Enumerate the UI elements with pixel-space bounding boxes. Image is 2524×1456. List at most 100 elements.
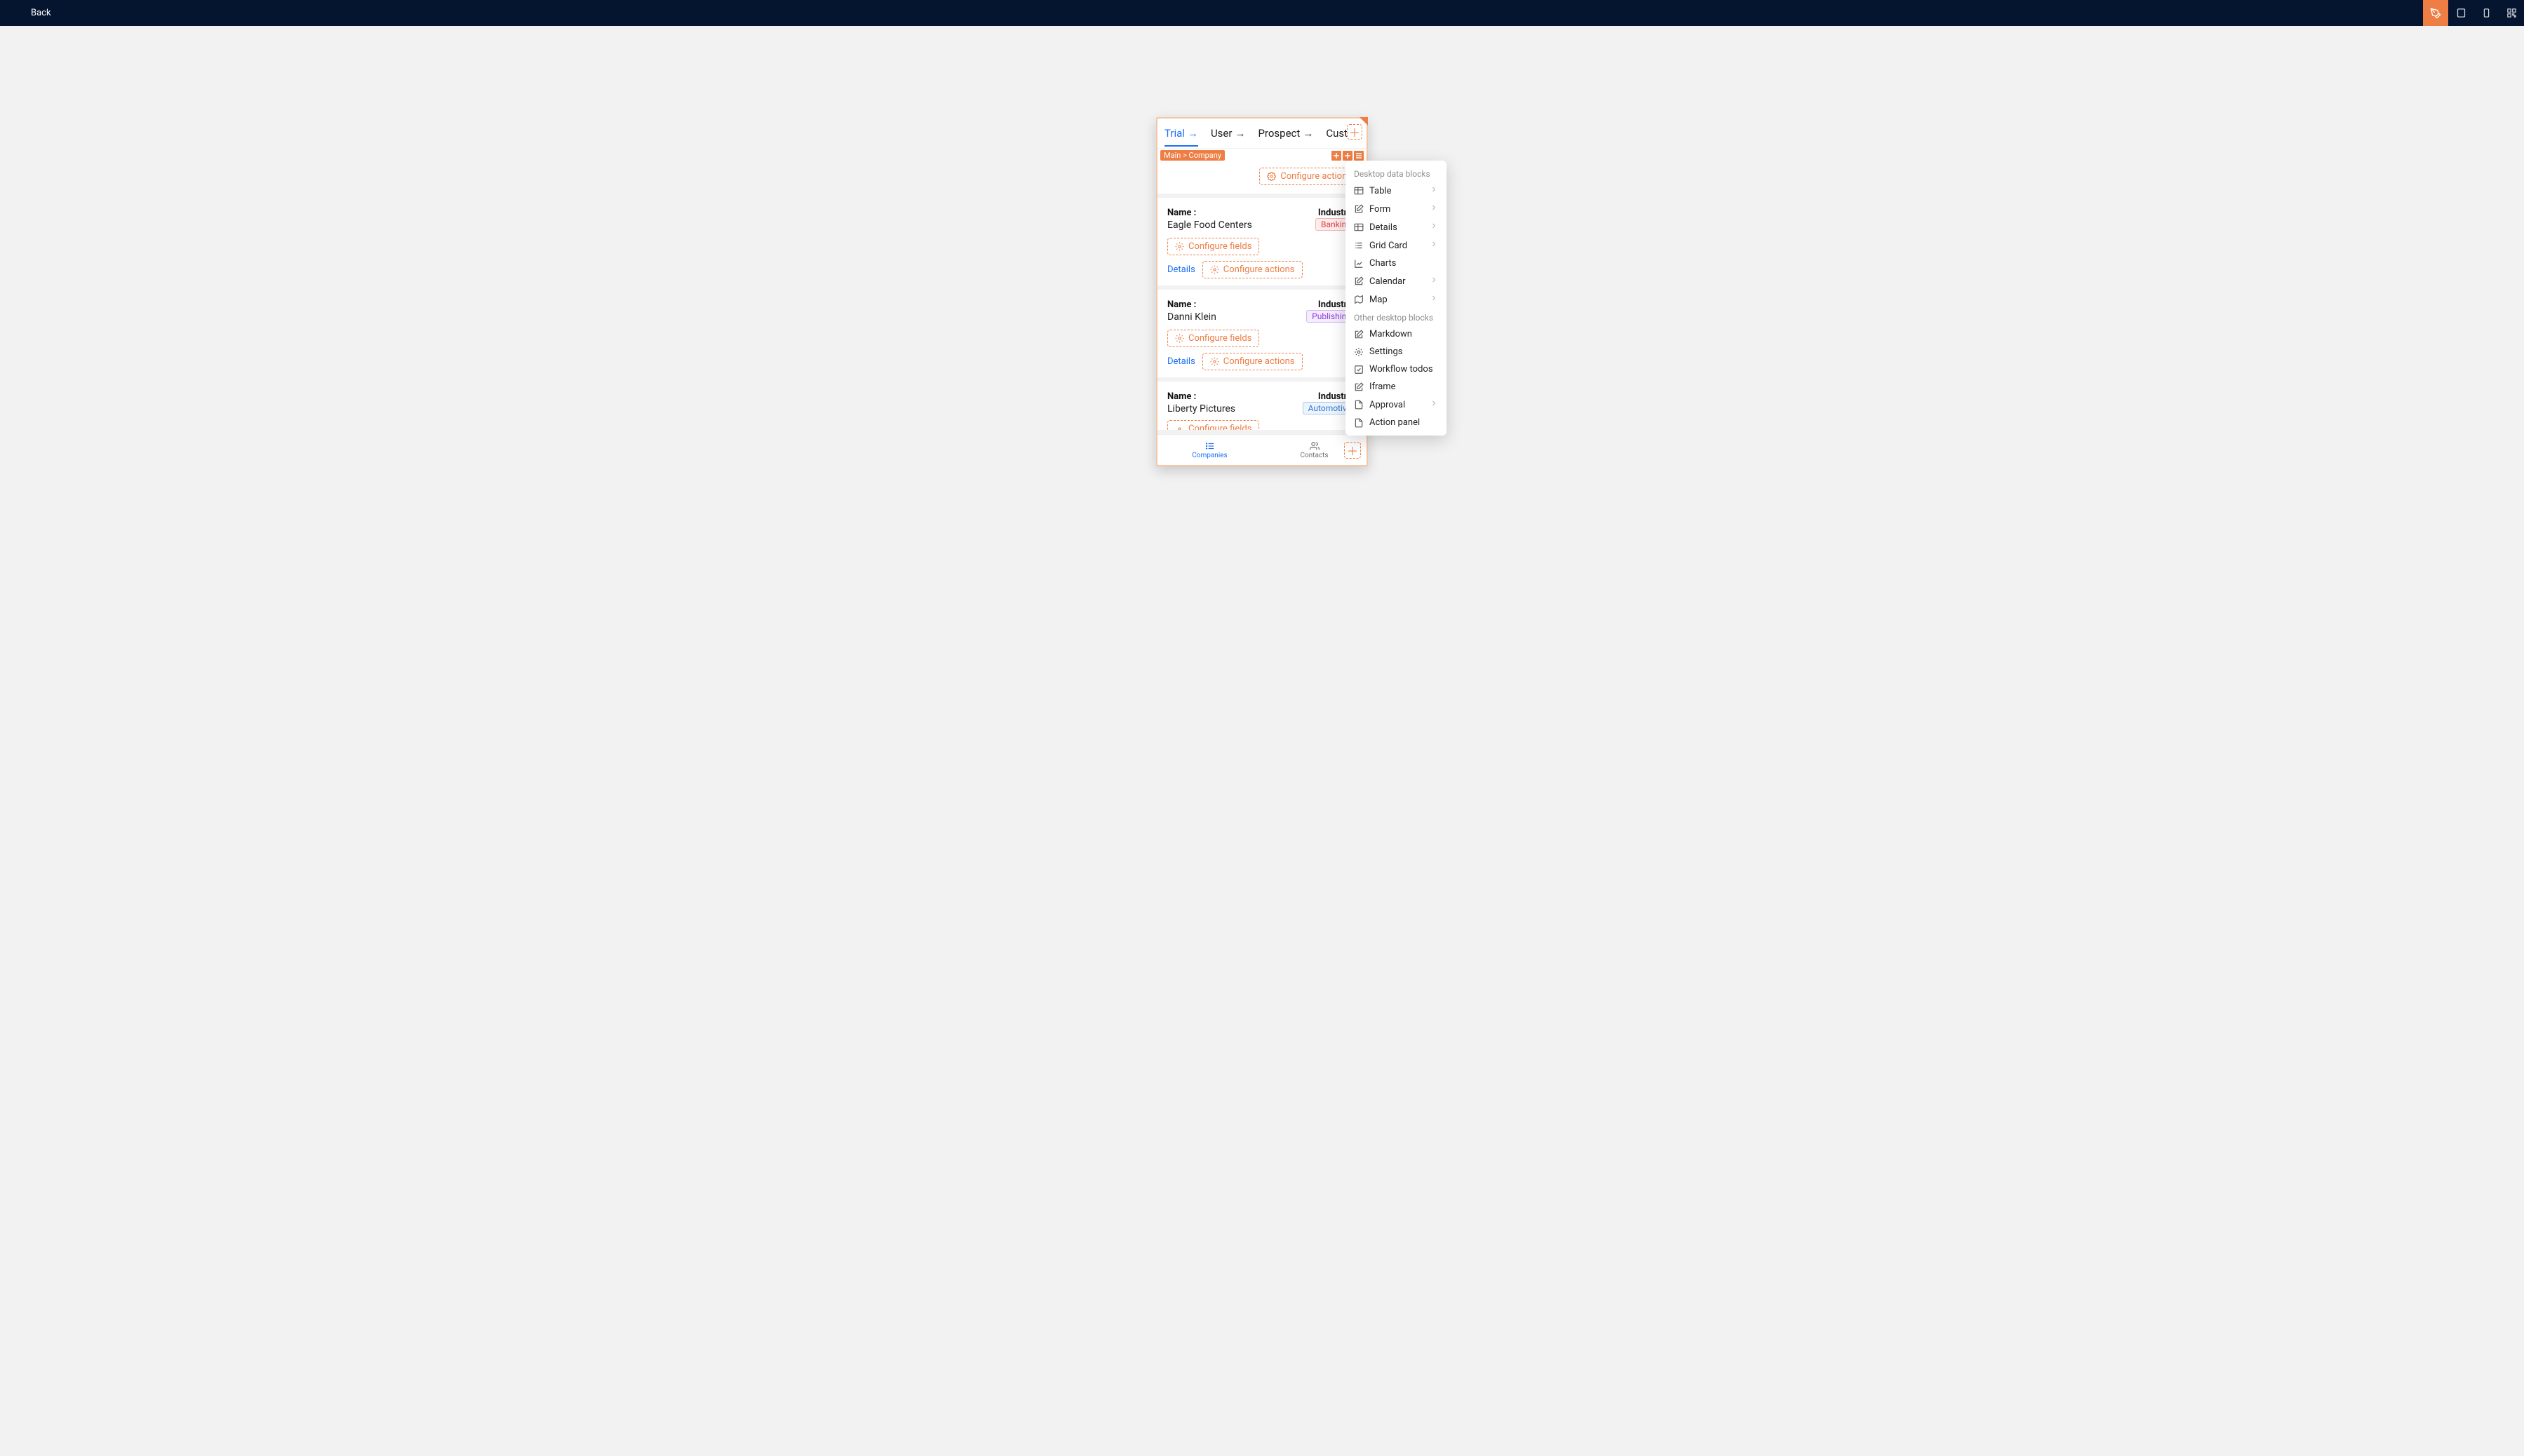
popover-item-settings[interactable]: Settings	[1345, 343, 1446, 360]
configure-actions-button[interactable]: Configure actions	[1259, 168, 1360, 185]
company-name: Danni Klein	[1167, 311, 1216, 323]
popover-item-label: Charts	[1369, 258, 1396, 269]
popover-item-form[interactable]: Form	[1345, 200, 1446, 218]
popover-item-markdown[interactable]: Markdown	[1345, 325, 1446, 343]
name-label: Name :	[1167, 208, 1252, 218]
tab-trial[interactable]: Trial →	[1164, 127, 1198, 147]
chevron-right-icon	[1430, 222, 1438, 233]
popover-item-workflow-todos[interactable]: Workflow todos	[1345, 360, 1446, 378]
design-mode-button[interactable]	[2423, 0, 2448, 26]
list-view-button[interactable]	[1354, 151, 1364, 161]
add-block-button-2[interactable]	[1343, 151, 1352, 161]
doc-icon	[1354, 418, 1364, 428]
users-icon	[1308, 441, 1321, 451]
tab-prospect[interactable]: Prospect →	[1258, 127, 1313, 147]
grid-icon	[1354, 222, 1364, 232]
company-card: Name : Liberty Pictures Industry : Autom…	[1157, 382, 1367, 434]
popover-item-table[interactable]: Table	[1345, 182, 1446, 200]
qr-button[interactable]	[2499, 0, 2524, 26]
nav-label: Companies	[1192, 452, 1227, 459]
popover-item-charts[interactable]: Charts	[1345, 255, 1446, 272]
gear-icon	[1175, 242, 1184, 251]
plus-grid-icon	[1344, 152, 1351, 159]
edit-icon	[1354, 276, 1364, 286]
tablet-preview-button[interactable]	[2448, 0, 2473, 26]
chevron-right-icon	[1430, 240, 1438, 251]
tab-label: Trial	[1164, 127, 1185, 140]
list-icon	[1354, 241, 1364, 250]
configure-fields-label: Configure fields	[1188, 333, 1251, 344]
popover-item-label: Approval	[1369, 400, 1405, 410]
popover-item-details[interactable]: Details	[1345, 218, 1446, 236]
add-block-button[interactable]	[1331, 151, 1341, 161]
configure-fields-button[interactable]: Configure fields	[1167, 238, 1259, 255]
mobile-preview-button[interactable]	[2473, 0, 2499, 26]
bottom-nav: Companies Contacts ＋	[1157, 434, 1367, 465]
map-icon	[1354, 295, 1364, 304]
subbar: Main > Company	[1157, 148, 1367, 162]
popover-item-label: Map	[1369, 295, 1388, 305]
popover-item-action-panel[interactable]: Action panel	[1345, 414, 1446, 431]
company-card: Name : Danni Klein Industry : Publishing…	[1157, 290, 1367, 382]
popover-item-approval[interactable]: Approval	[1345, 396, 1446, 414]
chevron-right-icon	[1430, 203, 1438, 215]
chart-icon	[1354, 259, 1364, 269]
company-name: Eagle Food Centers	[1167, 220, 1252, 231]
list-icon	[1204, 441, 1216, 451]
details-link[interactable]: Details	[1167, 264, 1195, 275]
configure-actions-button[interactable]: Configure actions	[1202, 353, 1303, 370]
configure-fields-button[interactable]: Configure fields	[1167, 330, 1259, 347]
arrow-right-icon: →	[1235, 128, 1245, 139]
configure-actions-label: Configure actions	[1280, 171, 1352, 182]
gear-icon	[1175, 424, 1184, 430]
popover-item-label: Markdown	[1369, 329, 1412, 339]
gear-icon	[1175, 334, 1184, 343]
gear-icon	[1210, 265, 1219, 274]
popover-item-label: Form	[1369, 204, 1390, 215]
configure-actions-label: Configure actions	[1223, 356, 1295, 367]
header-configure-row: Configure actions	[1157, 162, 1367, 198]
popover-item-iframe[interactable]: Iframe	[1345, 378, 1446, 396]
details-link[interactable]: Details	[1167, 356, 1195, 367]
tab-user[interactable]: User →	[1211, 127, 1246, 147]
company-name: Liberty Pictures	[1167, 403, 1235, 414]
grid-icon	[1354, 186, 1364, 196]
mobile-icon	[2481, 8, 2492, 18]
tab-label: User	[1211, 127, 1233, 140]
list-icon	[1355, 152, 1362, 159]
plus-grid-icon	[1333, 152, 1340, 159]
popover-item-label: Iframe	[1369, 382, 1396, 392]
doc-icon	[1354, 400, 1364, 410]
blocks-popover: Desktop data blocks TableFormDetailsGrid…	[1345, 161, 1446, 436]
popover-item-map[interactable]: Map	[1345, 290, 1446, 309]
edit-icon	[1354, 204, 1364, 214]
popover-item-label: Details	[1369, 222, 1397, 233]
gear-icon	[1267, 172, 1276, 181]
nav-label: Contacts	[1300, 452, 1328, 459]
edit-icon	[1354, 382, 1364, 392]
popover-item-label: Action panel	[1369, 417, 1420, 428]
add-tab-button[interactable]: ＋	[1347, 124, 1362, 140]
popover-item-label: Calendar	[1369, 276, 1406, 287]
stage: Trial → User → Prospect → Customer ＋ Mai…	[0, 26, 2524, 1456]
edit-icon	[1354, 330, 1364, 339]
configure-fields-button[interactable]: Configure fields	[1167, 420, 1259, 430]
plus-icon: ＋	[1349, 123, 1360, 140]
popover-item-calendar[interactable]: Calendar	[1345, 272, 1446, 290]
arrow-right-icon: →	[1188, 128, 1198, 139]
popover-item-grid-card[interactable]: Grid Card	[1345, 236, 1446, 255]
tablet-icon	[2456, 8, 2466, 18]
add-nav-button[interactable]: ＋	[1344, 442, 1361, 459]
cards-list: Name : Eagle Food Centers Industry : Ban…	[1157, 198, 1367, 434]
name-label: Name :	[1167, 299, 1216, 310]
qr-icon	[2506, 8, 2517, 18]
gear-icon	[1354, 347, 1364, 357]
configure-fields-label: Configure fields	[1188, 424, 1251, 430]
back-button[interactable]: Back	[0, 8, 51, 18]
pen-icon	[2430, 8, 2441, 19]
arrow-right-icon: →	[1303, 128, 1313, 139]
tabs-bar: Trial → User → Prospect → Customer ＋	[1157, 119, 1367, 148]
nav-companies[interactable]: Companies	[1157, 441, 1262, 459]
configure-actions-button[interactable]: Configure actions	[1202, 261, 1303, 278]
popover-heading: Other desktop blocks	[1345, 309, 1446, 325]
